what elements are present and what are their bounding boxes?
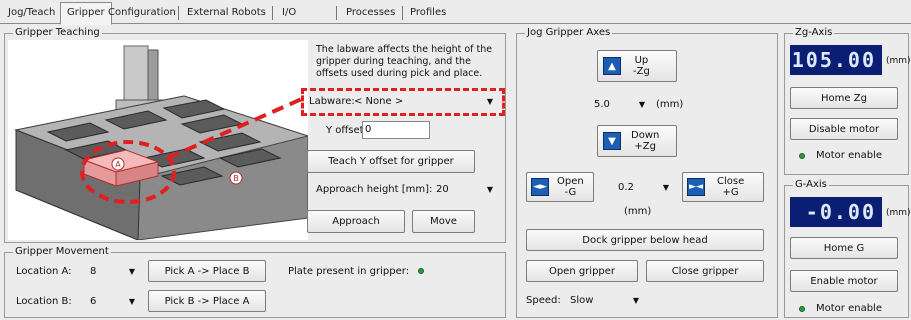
marker-a: A xyxy=(115,160,121,169)
arrow-down-icon: ▼ xyxy=(603,132,621,150)
y-offset-label: Y offset: xyxy=(326,125,367,136)
location-b-label: Location B: xyxy=(16,296,72,307)
speed-value: Slow xyxy=(570,294,594,306)
approach-height-value: 20 xyxy=(436,183,449,195)
home-g-button[interactable]: Home G xyxy=(790,237,898,259)
tab-separator xyxy=(178,6,179,20)
tab-separator xyxy=(272,6,273,20)
pick-a-place-b-button[interactable]: Pick A -> Place B xyxy=(148,260,266,282)
arrow-up-icon: ▲ xyxy=(603,57,621,75)
jog-down-line1: Down xyxy=(631,130,660,141)
jog-z-step-select[interactable]: 5.0 ▼ xyxy=(592,95,648,113)
jog-open-line1: Open xyxy=(557,176,584,187)
group-title: Gripper Teaching xyxy=(13,27,102,39)
zg-position-display: 105.00 xyxy=(790,45,882,75)
disable-motor-button[interactable]: Disable motor xyxy=(790,118,898,140)
jog-g-unit: (mm) xyxy=(624,206,652,217)
jog-down-label: Down +Zg xyxy=(631,130,659,152)
plate-present-label: Plate present in gripper: xyxy=(288,266,410,277)
tab-separator xyxy=(402,6,403,20)
tab-configuration[interactable]: Configuration xyxy=(102,3,182,24)
jog-up-line1: Up xyxy=(634,55,649,66)
chevron-down-icon: ▼ xyxy=(128,266,136,276)
group-title: Zg-Axis xyxy=(793,27,835,39)
pick-b-place-a-button[interactable]: Pick B -> Place A xyxy=(148,290,266,312)
chevron-down-icon: ▼ xyxy=(486,96,494,106)
chevron-down-icon: ▼ xyxy=(632,295,640,305)
chevron-down-icon: ▼ xyxy=(486,184,494,194)
y-offset-field[interactable]: 0 xyxy=(362,121,430,139)
location-a-value: 8 xyxy=(90,265,97,277)
tab-bar: Jog/Teach Gripper Configuration External… xyxy=(0,0,911,25)
enable-motor-button[interactable]: Enable motor xyxy=(790,270,898,292)
arrows-horizontal-open-icon: ◄► xyxy=(531,178,549,196)
arrows-horizontal-close-icon: ►◄ xyxy=(687,178,705,196)
g-motor-status: Motor enable xyxy=(816,303,882,314)
g-position-display: -0.00 xyxy=(790,197,882,227)
group-title: Jog Gripper Axes xyxy=(525,27,613,39)
approach-height-label: Approach height [mm]: xyxy=(316,184,433,195)
jog-g-step-value: 0.2 xyxy=(618,181,634,193)
jog-open-line2: -G xyxy=(564,187,577,198)
jog-open-label: Open -G xyxy=(557,176,584,198)
jog-close-button[interactable]: ►◄ Close +G xyxy=(682,172,764,202)
jog-down-button[interactable]: ▼ Down +Zg xyxy=(597,125,677,157)
speed-select[interactable]: Slow ▼ xyxy=(568,291,642,309)
tab-io[interactable]: I/O xyxy=(276,3,302,24)
group-title: G-Axis xyxy=(793,179,829,191)
open-gripper-button[interactable]: Open gripper xyxy=(526,260,638,282)
tab-processes[interactable]: Processes xyxy=(340,3,401,24)
chevron-down-icon: ▼ xyxy=(662,182,670,192)
labware-description: The labware affects the height of the gr… xyxy=(316,44,493,79)
g-motor-indicator xyxy=(799,306,805,312)
plate-present-indicator xyxy=(418,268,424,274)
jog-open-button[interactable]: ◄► Open -G xyxy=(526,172,594,202)
zg-motor-status: Motor enable xyxy=(816,150,882,161)
speed-label: Speed: xyxy=(526,295,561,306)
tab-external-robots[interactable]: External Robots xyxy=(181,3,272,24)
jog-up-line2: -Zg xyxy=(633,66,650,77)
deck-illustration: A B xyxy=(8,40,308,240)
location-b-select[interactable]: 6 ▼ xyxy=(88,292,138,310)
jog-z-step-value: 5.0 xyxy=(594,98,610,110)
labware-select[interactable]: < None > ▼ xyxy=(352,92,496,110)
tab-jog-teach[interactable]: Jog/Teach xyxy=(2,3,61,24)
tab-profiles[interactable]: Profiles xyxy=(404,3,452,24)
jog-z-unit: (mm) xyxy=(656,99,684,110)
jog-up-button[interactable]: ▲ Up -Zg xyxy=(597,50,677,82)
marker-b: B xyxy=(233,174,239,183)
move-button[interactable]: Move xyxy=(412,210,475,233)
location-a-label: Location A: xyxy=(16,266,72,277)
g-unit: (mm) xyxy=(886,208,911,218)
approach-height-select[interactable]: 20 ▼ xyxy=(434,180,496,198)
location-b-value: 6 xyxy=(90,295,97,307)
dock-gripper-button[interactable]: Dock gripper below head xyxy=(526,229,764,251)
location-a-select[interactable]: 8 ▼ xyxy=(88,262,138,280)
labware-label: Labware: xyxy=(309,96,355,107)
teach-y-offset-button[interactable]: Teach Y offset for gripper xyxy=(307,150,475,173)
jog-close-line2: +G xyxy=(722,187,739,198)
jog-close-line1: Close xyxy=(717,176,745,187)
home-zg-button[interactable]: Home Zg xyxy=(790,87,898,109)
tab-separator xyxy=(336,6,337,20)
jog-down-line2: +Zg xyxy=(634,141,656,152)
zg-motor-indicator xyxy=(799,153,805,159)
close-gripper-button[interactable]: Close gripper xyxy=(646,260,764,282)
jog-close-label: Close +G xyxy=(717,176,744,198)
group-title: Gripper Movement xyxy=(13,246,111,258)
zg-unit: (mm) xyxy=(886,56,911,66)
labware-select-value: < None > xyxy=(354,95,404,107)
jog-g-step-select[interactable]: 0.2 ▼ xyxy=(616,178,672,196)
chevron-down-icon: ▼ xyxy=(128,296,136,306)
jog-up-label: Up -Zg xyxy=(633,55,650,77)
approach-button[interactable]: Approach xyxy=(307,210,405,233)
chevron-down-icon: ▼ xyxy=(638,99,646,109)
